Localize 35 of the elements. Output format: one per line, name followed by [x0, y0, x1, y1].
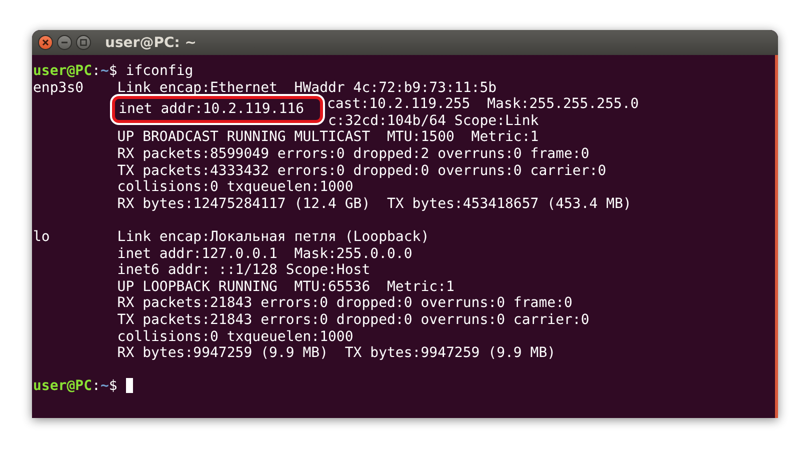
prompt-user-host: user@PC [33, 378, 92, 395]
output-text: Link encap:Ethernet HWaddr 4c:72:b9:73:11:5b [117, 80, 497, 96]
prompt-path: ~ [100, 378, 109, 395]
interface-name: lo [33, 228, 51, 246]
output-text: TX packets:4333432 errors:0 dropped:0 overruns:0 carrier:0 [117, 162, 606, 180]
prompt-separator: : [92, 378, 100, 395]
output-text: RX packets:8599049 errors:0 dropped:2 overruns:0 frame:0 [117, 146, 590, 163]
close-icon [42, 39, 49, 46]
command-text: ifconfig [124, 63, 194, 80]
window-title: user@PC: ~ [105, 34, 196, 50]
output-text: UP BROADCAST RUNNING MULTICAST MTU:1500 Metric:1 [117, 129, 539, 146]
highlighted-ip-address: inet addr:10.2.119.116 [112, 96, 323, 124]
prompt-separator: : [92, 63, 100, 80]
prompt-path: ~ [100, 63, 109, 80]
interface-name: enp3s0 [33, 80, 85, 96]
output-text: UP LOOPBACK RUNNING MTU:65536 Metric:1 [117, 278, 454, 296]
output-text: inet6 addr: ::1/128 Scope:Host [117, 262, 370, 279]
output-text: collisions:0 txqueuelen:1000 [117, 328, 354, 346]
minimize-button[interactable] [57, 35, 72, 50]
prompt-symbol: $ [108, 63, 118, 80]
prompt-user-host: user@PC [33, 63, 92, 80]
prompt-symbol: $ [108, 378, 118, 395]
maximize-icon [80, 39, 87, 46]
close-button[interactable] [38, 35, 53, 50]
output-text: RX bytes:9947259 (9.9 MB) TX bytes:9947259 (9.9 MB) [117, 345, 556, 362]
output-text: TX packets:21843 errors:0 dropped:0 overruns:0 carrier:0 [117, 312, 590, 328]
minimize-icon [61, 39, 68, 46]
output-text: inet addr:127.0.0.1 Mask:255.0.0.0 [117, 246, 412, 262]
output-text: c:32cd:104b/64 Scope:Link [328, 112, 539, 130]
maximize-button[interactable] [76, 35, 91, 50]
output-text: Link encap:Локальная петля (Loopback) [117, 228, 430, 246]
output-text: RX bytes:12475284117 (12.4 GB) TX bytes:453418657 (453.4 MB) [117, 196, 632, 212]
output-text: cast:10.2.119.255 Mask:255.255.255.0 [326, 96, 639, 113]
output-text: collisions:0 txqueuelen:1000 [117, 179, 354, 196]
output-text: RX packets:21843 errors:0 dropped:0 overruns:0 frame:0 [117, 295, 572, 312]
